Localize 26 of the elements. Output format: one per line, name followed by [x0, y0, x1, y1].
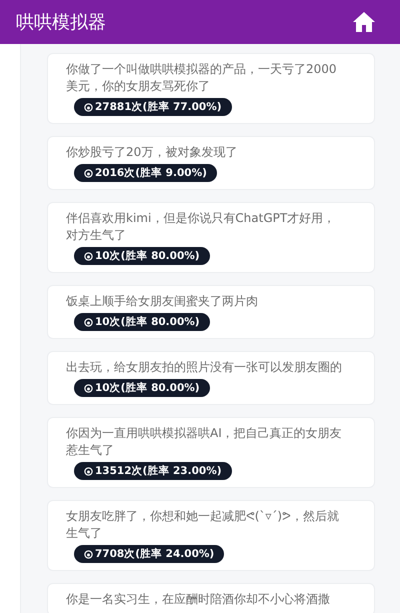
scenario-text: 你因为一直用哄哄模拟器哄AI，把自己真正的女朋友惹生气了 [66, 425, 343, 459]
scenario-card[interactable]: 伴侣喜欢用kimi，但是你说只有ChatGPT才好用，对方生气了 10次(胜率 80.00%) [47, 202, 375, 273]
scenario-text: 出去玩，给女朋友拍的照片没有一张可以发朋友圈的 [66, 359, 342, 376]
scenario-card[interactable]: 你做了一个叫做哄哄模拟器的产品，一天亏了2000美元，你的女朋友骂死你了 27881次(胜率 77.00%) [47, 53, 375, 124]
stats-badge: 10次(胜率 80.00%) [74, 379, 210, 397]
app-title: 哄哄模拟器 [16, 11, 106, 34]
scenario-card[interactable]: 出去玩，给女朋友拍的照片没有一张可以发朋友圈的 10次(胜率 80.00%) [47, 351, 375, 405]
stats-badge: 7708次(胜率 24.00%) [74, 545, 224, 563]
scenario-text: 你是一名实习生，在应酬时陪酒你却不小心将酒撒 [66, 591, 330, 608]
scenario-text: 你做了一个叫做哄哄模拟器的产品，一天亏了2000美元，你的女朋友骂死你了 [66, 61, 338, 95]
scenario-text: 你炒股亏了20万，被对象发现了 [66, 144, 238, 161]
scenario-card[interactable]: 饭桌上顺手给女朋友闺蜜夹了两片肉 10次(胜率 80.00%) [47, 285, 375, 339]
stats-badge: 10次(胜率 80.00%) [74, 313, 210, 331]
scenario-card[interactable]: 你炒股亏了20万，被对象发现了 2016次(胜率 9.00%) [47, 136, 375, 190]
scenario-text: 饭桌上顺手给女朋友闺蜜夹了两片肉 [66, 293, 258, 310]
scenario-text: 女朋友吃胖了，你想和她一起减肥ᕙ(`▿´)ᕗ，然后就生气了 [66, 508, 340, 542]
stats-badge: 2016次(胜率 9.00%) [74, 164, 217, 182]
scenario-text: 伴侣喜欢用kimi，但是你说只有ChatGPT才好用，对方生气了 [66, 210, 336, 244]
home-button[interactable] [352, 11, 376, 33]
stats-badge: 27881次(胜率 77.00%) [74, 98, 232, 116]
stats-badge: 13512次(胜率 23.00%) [74, 462, 232, 480]
stats-badge: 10次(胜率 80.00%) [74, 247, 210, 265]
home-icon [352, 11, 376, 33]
scenario-card[interactable]: 你是一名实习生，在应酬时陪酒你却不小心将酒撒 [47, 583, 375, 613]
scenario-card[interactable]: 女朋友吃胖了，你想和她一起减肥ᕙ(`▿´)ᕗ，然后就生气了 7708次(胜率 24.00%) [47, 500, 375, 571]
scenario-card[interactable]: 你因为一直用哄哄模拟器哄AI，把自己真正的女朋友惹生气了 13512次(胜率 23.00%) [47, 417, 375, 488]
